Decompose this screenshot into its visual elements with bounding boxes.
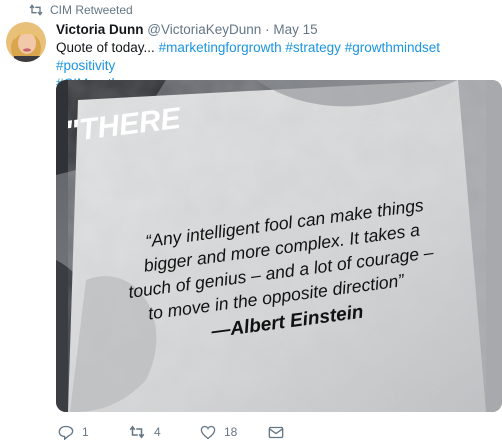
retweet-button[interactable]: 4 (128, 425, 161, 439)
hashtag-link[interactable]: #positivity (56, 58, 115, 73)
retweet-icon (29, 4, 43, 16)
avatar[interactable] (6, 22, 46, 62)
tweet-header: Victoria Dunn @VictoriaKeyDunn · May 15 (56, 22, 318, 37)
retweet-context[interactable]: CIM Retweeted (28, 2, 133, 18)
reply-count: 1 (82, 425, 89, 439)
like-count: 18 (224, 425, 238, 439)
reply-icon (58, 425, 74, 440)
separator-dot: · (265, 22, 270, 37)
retweet-label: CIM Retweeted (50, 3, 133, 17)
envelope-icon (268, 426, 284, 438)
retweet-icon (129, 425, 145, 439)
tweet-photo[interactable]: "THERE “Any intelligent fool can make th… (56, 80, 502, 412)
avatar-image (6, 22, 46, 62)
tweet-date[interactable]: May 15 (273, 22, 317, 37)
direct-message-button[interactable] (268, 426, 284, 439)
hashtag-link[interactable]: #growthmindset (345, 40, 440, 55)
author-name[interactable]: Victoria Dunn (56, 22, 144, 37)
like-button[interactable]: 18 (200, 425, 237, 440)
tweet-text-plain: Quote of today... (56, 40, 155, 55)
heart-icon (200, 425, 216, 439)
author-handle[interactable]: @VictoriaKeyDunn (147, 22, 261, 37)
hashtag-link[interactable]: #marketingforgrowth (159, 40, 282, 55)
retweet-count: 4 (154, 425, 161, 439)
reply-button[interactable]: 1 (58, 425, 89, 440)
hashtag-link[interactable]: #strategy (285, 40, 341, 55)
quote-photo: "THERE “Any intelligent fool can make th… (56, 80, 502, 412)
